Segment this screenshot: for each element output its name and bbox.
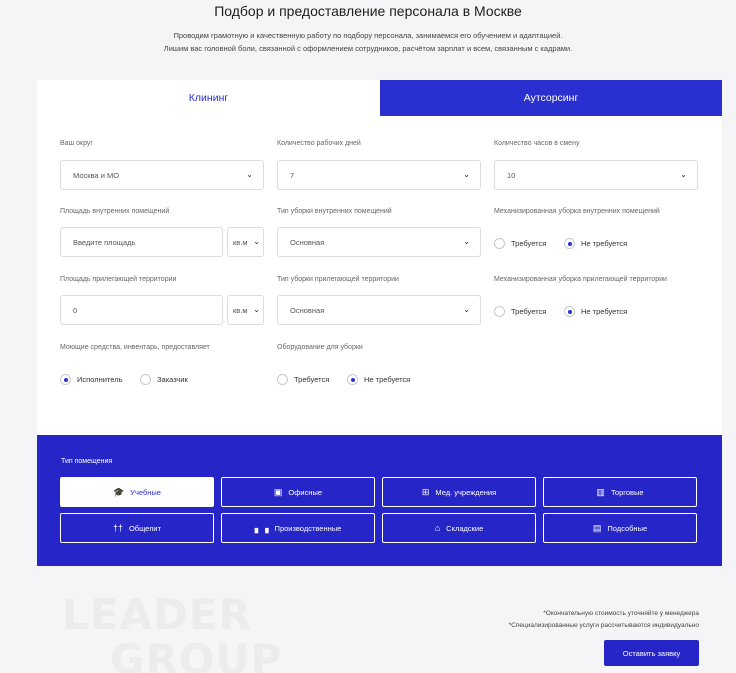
premises-item-label: Учебные [130, 487, 161, 497]
inner-mech-opt1: Требуется [511, 239, 547, 248]
outer-type-label: Тип уборки прилегающей территории [277, 276, 399, 283]
subtitle-line-2: Лишим вас головной боли, связанной с офо… [163, 44, 573, 53]
supplies-label: Моющие средства, инвентарь, предоставляе… [60, 344, 210, 351]
page-title: Подбор и предоставление персонала в Моск… [214, 3, 522, 19]
premises-label: Тип помещения [61, 458, 113, 465]
radio-off-icon [140, 374, 151, 385]
radio-off-icon [277, 374, 288, 385]
logo-line-1: LEADER [62, 590, 252, 639]
premises-retail-button[interactable]: ▥ Торговые [543, 477, 697, 507]
radio-off-icon [494, 306, 505, 317]
outer-area-label: Площадь прилегающей территории [60, 276, 177, 283]
equipment-not-required[interactable]: Не требуется [347, 374, 410, 385]
outer-mech-label: Механизированная уборка прилегающей терр… [494, 276, 667, 283]
inner-area-label: Площадь внутренних помещений [60, 208, 170, 215]
premises-medical-button[interactable]: ⊞ Мед. учреждения [382, 477, 536, 507]
equipment-opt1: Требуется [294, 375, 330, 384]
premises-catering-button[interactable]: †† Общепит [60, 513, 214, 543]
inner-area-unit: кв.м [233, 237, 248, 247]
inner-type-value: Основная [290, 237, 325, 247]
outer-mech-required[interactable]: Требуется [494, 306, 546, 317]
factory-icon: ▖▗ [254, 522, 269, 533]
building-icon: ▥ [596, 486, 605, 497]
premises-item-label: Складские [446, 523, 484, 533]
equipment-opt2: Не требуется [364, 375, 411, 384]
hours-value: 10 [507, 170, 516, 180]
premises-item-label: Подсобные [607, 523, 648, 533]
premises-warehouse-button[interactable]: ⌂ Складские [382, 513, 536, 543]
premises-item-label: Мед. учреждения [435, 487, 497, 497]
hours-select[interactable]: 10 ⌄ [494, 160, 698, 190]
chevron-down-icon: ⌄ [253, 305, 260, 314]
tab-cleaning[interactable]: Клининг [37, 80, 380, 116]
supplies-opt1: Исполнитель [77, 375, 123, 384]
tab-outsourcing[interactable]: Аутсорсинг [380, 80, 722, 116]
hours-label: Количество часов в смену [494, 140, 580, 147]
logo-line-2: GROUP [110, 635, 283, 673]
fork-knife-icon: †† [112, 523, 123, 533]
graduation-cap-icon: 🎓 [113, 486, 125, 497]
chevron-down-icon: ⌄ [463, 170, 470, 179]
radio-off-icon [494, 238, 505, 249]
submit-request-button[interactable]: Оставить заявку [604, 640, 699, 666]
box-icon: ▤ [592, 522, 602, 533]
premises-item-label: Офисные [288, 487, 323, 497]
chevron-down-icon: ⌄ [246, 170, 253, 179]
equipment-label: Оборудование для уборки [277, 344, 363, 351]
outer-mech-opt1: Требуется [511, 307, 547, 316]
chevron-down-icon: ⌄ [463, 237, 470, 246]
premises-item-label: Торговые [610, 487, 644, 497]
equipment-required[interactable]: Требуется [277, 374, 329, 385]
inner-area-input[interactable]: Введите площадь [60, 227, 223, 257]
premises-item-label: Общепит [128, 523, 162, 533]
inner-area-placeholder: Введите площадь [73, 237, 136, 247]
outer-mech-not-required[interactable]: Не требуется [564, 306, 627, 317]
outer-area-unit: кв.м [233, 305, 248, 315]
inner-mech-label: Механизированная уборка внутренних помещ… [494, 208, 660, 215]
outer-type-value: Основная [290, 305, 325, 315]
radio-on-icon [564, 306, 575, 317]
outer-area-unit-select[interactable]: кв.м ⌄ [227, 295, 264, 325]
workdays-select[interactable]: 7 ⌄ [277, 160, 481, 190]
premises-office-button[interactable]: ▣ Офисные [221, 477, 375, 507]
chevron-down-icon: ⌄ [680, 170, 687, 179]
warehouse-icon: ⌂ [434, 523, 441, 533]
premises-item-label: Производственные [274, 523, 342, 533]
outer-type-select[interactable]: Основная ⌄ [277, 295, 481, 325]
workdays-value: 7 [290, 170, 295, 180]
inner-mech-opt2: Не требуется [581, 239, 628, 248]
outer-mech-opt2: Не требуется [581, 307, 628, 316]
premises-educational-button[interactable]: 🎓 Учебные [60, 477, 214, 507]
supplies-customer[interactable]: Заказчик [140, 374, 188, 385]
note-special: *Специализированные услуги рассчитываютс… [508, 622, 699, 629]
medical-cross-icon: ⊞ [421, 486, 430, 497]
district-value: Москва и МО [73, 170, 120, 180]
premises-utility-button[interactable]: ▤ Подсобные [543, 513, 697, 543]
supplies-opt2: Заказчик [157, 375, 188, 384]
radio-on-icon [564, 238, 575, 249]
premises-industrial-button[interactable]: ▖▗ Производственные [221, 513, 375, 543]
briefcase-icon: ▣ [273, 486, 283, 497]
inner-mech-not-required[interactable]: Не требуется [564, 238, 627, 249]
outer-area-value: 0 [73, 305, 78, 315]
calculator-card: Клининг Аутсорсинг Ваш округ Москва и МО… [37, 80, 722, 435]
district-select[interactable]: Москва и МО ⌄ [60, 160, 264, 190]
inner-area-unit-select[interactable]: кв.м ⌄ [227, 227, 264, 257]
subtitle-line-1: Проводим грамотную и качественную работу… [173, 31, 563, 40]
chevron-down-icon: ⌄ [253, 237, 260, 246]
note-price: *Окончательную стоимость уточняйте у мен… [543, 610, 699, 617]
chevron-down-icon: ⌄ [463, 305, 470, 314]
inner-type-select[interactable]: Основная ⌄ [277, 227, 481, 257]
workdays-label: Количество рабочих дней [277, 140, 361, 147]
inner-mech-required[interactable]: Требуется [494, 238, 546, 249]
supplies-contractor[interactable]: Исполнитель [60, 374, 122, 385]
radio-on-icon [347, 374, 358, 385]
district-label: Ваш округ [60, 140, 93, 147]
premises-panel: Тип помещения 🎓 Учебные ▣ Офисные ⊞ Мед. уч… [37, 435, 722, 566]
outer-area-input[interactable]: 0 [60, 295, 223, 325]
inner-type-label: Тип уборки внутренних помещений [277, 208, 392, 215]
radio-on-icon [60, 374, 71, 385]
